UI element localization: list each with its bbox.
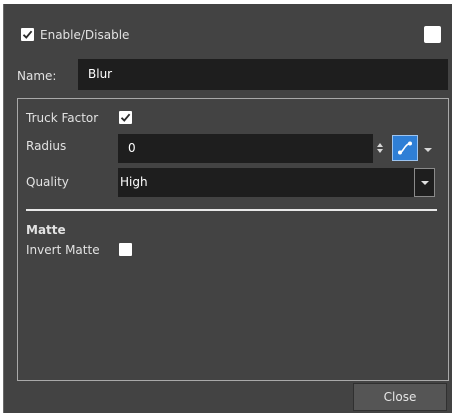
quality-label: Quality bbox=[26, 175, 69, 189]
name-label: Name: bbox=[17, 69, 57, 83]
quality-select-value: High bbox=[120, 175, 148, 189]
function-curve-icon bbox=[398, 141, 412, 155]
invert-matte-checkbox[interactable] bbox=[119, 243, 132, 256]
quality-select[interactable]: High bbox=[118, 168, 414, 197]
truck-factor-checkbox[interactable] bbox=[119, 111, 132, 124]
effect-properties-window: Enable/Disable Name: Blur Truck Factor R… bbox=[3, 4, 452, 413]
enable-disable-label: Enable/Disable bbox=[40, 28, 130, 42]
invert-matte-label: Invert Matte bbox=[26, 243, 100, 257]
quality-dropdown-button[interactable] bbox=[414, 168, 435, 197]
radius-field[interactable]: 0 bbox=[118, 134, 373, 163]
radius-label: Radius bbox=[26, 139, 67, 153]
function-menu-arrow-icon[interactable] bbox=[423, 143, 433, 152]
enable-disable-checkbox[interactable] bbox=[21, 28, 34, 41]
truck-factor-label: Truck Factor bbox=[26, 111, 99, 125]
close-button[interactable]: Close bbox=[353, 383, 447, 411]
matte-section-title: Matte bbox=[26, 223, 66, 237]
spin-arrows-icon[interactable] bbox=[376, 141, 384, 155]
corner-checkbox[interactable] bbox=[424, 26, 441, 43]
checkmark-icon bbox=[120, 113, 131, 122]
name-field[interactable]: Blur bbox=[78, 59, 448, 90]
checkmark-icon bbox=[22, 30, 33, 39]
function-curve-button[interactable] bbox=[392, 135, 418, 161]
section-divider bbox=[26, 209, 437, 211]
chevron-down-icon bbox=[420, 180, 429, 185]
